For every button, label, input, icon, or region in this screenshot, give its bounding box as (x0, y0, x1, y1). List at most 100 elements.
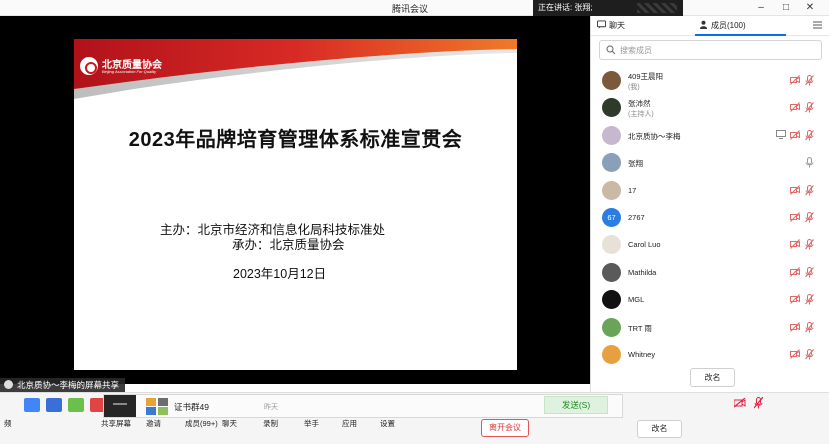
mic-muted-icon[interactable] (805, 349, 814, 360)
avatar (602, 317, 621, 337)
rename-button[interactable]: 改名 (690, 368, 735, 387)
app-icon[interactable] (46, 398, 62, 412)
mic-muted-icon[interactable] (805, 129, 814, 141)
minimize-icon[interactable]: – (750, 0, 772, 16)
browser-icon[interactable] (24, 398, 40, 412)
meeting-window: 腾讯会议 正在讲话: 张翔; – □ ✕ 北京质量协会 Beijing Asso… (0, 0, 829, 444)
message-time: 昨天 (264, 404, 278, 411)
member-row[interactable]: 张翔 (591, 149, 820, 176)
screen-share-icon (776, 129, 786, 139)
member-row[interactable]: Whitney (591, 341, 820, 368)
camera-off-icon[interactable] (790, 239, 800, 250)
speaking-indicator: 正在讲话: 张翔; (533, 0, 683, 16)
mic-icon[interactable] (805, 157, 814, 168)
avatar (602, 345, 621, 364)
mic-muted-icon[interactable] (805, 102, 814, 113)
maximize-icon[interactable]: □ (775, 0, 797, 16)
rename-button-bottom[interactable]: 改名 (637, 420, 682, 438)
wechat-icon[interactable] (68, 398, 84, 412)
toolbar-settings-label[interactable]: 设置 (380, 418, 395, 429)
camera-off-icon[interactable] (790, 212, 800, 222)
toolbar-video-label[interactable]: 频 (4, 418, 12, 429)
mic-muted-icon[interactable] (805, 212, 814, 223)
mic-off-icon[interactable] (754, 397, 763, 409)
mic-muted-icon[interactable] (805, 239, 814, 250)
member-row[interactable]: TRT 雨 (591, 314, 820, 341)
member-role: (主持人) (628, 111, 654, 119)
avatar (602, 290, 621, 310)
member-row[interactable]: Mathilda (591, 259, 820, 286)
leave-meeting-button[interactable]: 离开会议 (481, 419, 529, 437)
mic-muted-icon[interactable] (805, 184, 814, 196)
speaking-text: 正在讲话: 张翔; (538, 3, 593, 12)
member-search-input[interactable] (620, 43, 810, 58)
popup-thumbnail (104, 395, 136, 417)
camera-off-icon[interactable] (790, 129, 800, 140)
share-user-icon (4, 380, 13, 389)
toolbar-raise-hand-label[interactable]: 举手 (304, 418, 319, 429)
member-row[interactable]: MGL (591, 286, 820, 313)
member-row[interactable]: 张沛然 (主持人) (591, 94, 820, 121)
panel-menu-icon[interactable] (813, 20, 822, 30)
tab-members-label: 成员(100) (711, 21, 746, 30)
member-name: Carol Luo (628, 240, 661, 250)
camera-off-icon[interactable] (790, 102, 800, 113)
avatar (602, 71, 621, 90)
toolbar-invite-label[interactable]: 邀请 (146, 418, 161, 429)
members-panel: 聊天 成员(100) 409王晨阳 (我) 张沛然 (主持人) 北京质协～李梅张翔 17 6… (590, 16, 829, 394)
camera-off-icon[interactable] (790, 75, 800, 85)
member-role: (我) (628, 84, 640, 91)
member-row[interactable]: 67 2767 (591, 204, 820, 231)
tab-chat[interactable]: 聊天 (597, 16, 625, 36)
camera-off-icon[interactable] (790, 321, 800, 332)
mic-muted-icon[interactable] (805, 321, 814, 333)
chat-icon (597, 20, 606, 29)
members-icon (699, 20, 708, 29)
avatar (602, 98, 621, 118)
camera-off-icon[interactable] (734, 398, 746, 408)
tab-members[interactable]: 成员(100) (695, 16, 786, 36)
logo-en-text: Beijing Association For Quality (102, 69, 157, 74)
panel-tabs: 聊天 成员(100) (591, 16, 829, 36)
chat-notification-popup[interactable]: 证书群49 昨天 发送(S) (103, 394, 623, 418)
camera-off-icon[interactable] (790, 294, 800, 305)
member-name: 17 (628, 185, 637, 195)
member-row[interactable]: 409王晨阳 (我) (591, 67, 820, 94)
screen-share-label: 北京质协～李梅的屏幕共享 (0, 378, 126, 392)
member-row[interactable]: Carol Luo (591, 231, 820, 258)
close-icon[interactable]: ✕ (799, 0, 821, 16)
member-name: MGL (628, 295, 645, 305)
app-title: 腾讯会议 (391, 4, 428, 14)
search-icon (606, 45, 616, 55)
avatar (602, 153, 621, 173)
mic-muted-icon[interactable] (805, 75, 814, 86)
avatar (602, 125, 621, 145)
presentation-slide: 北京质量协会 Beijing Association For Quality 2… (74, 39, 517, 370)
camera-off-icon[interactable] (790, 349, 800, 359)
screen-share-label-text: 北京质协～李梅的屏幕共享 (17, 380, 120, 390)
toolbar-record-label[interactable]: 录制 (263, 418, 278, 429)
group-name: 证书群49 (174, 402, 209, 412)
member-name: Whitney (628, 350, 656, 359)
member-row[interactable]: 17 (591, 177, 820, 204)
toolbar-apps-label[interactable]: 应用 (342, 418, 357, 429)
title-bar: 腾讯会议 正在讲话: 张翔; – □ ✕ (0, 0, 829, 16)
slide-header-band: 北京质量协会 Beijing Association For Quality (74, 39, 517, 109)
taskbar-thumbnails (18, 398, 108, 414)
slide-title: 2023年品牌培育管理体系标准宣贯会 (128, 129, 463, 151)
mic-muted-icon[interactable] (805, 294, 814, 305)
member-search (599, 40, 822, 60)
avatar: 67 (602, 208, 621, 227)
toolbar-members-label[interactable]: 成员(99+) (185, 418, 218, 429)
member-name: 张翔 (628, 159, 643, 169)
camera-off-icon[interactable] (790, 266, 800, 277)
member-name: 北京质协～李梅 (628, 131, 681, 141)
member-row[interactable]: 北京质协～李梅 (591, 122, 820, 149)
toolbar-chat-label[interactable]: 聊天 (222, 418, 237, 429)
mic-muted-icon[interactable] (805, 266, 814, 278)
speaking-bars (637, 3, 677, 13)
camera-off-icon[interactable] (790, 184, 800, 195)
avatar (602, 180, 621, 200)
send-button[interactable]: 发送(S) (544, 396, 608, 414)
toolbar-share-screen-label[interactable]: 共享屏幕 (101, 418, 131, 429)
